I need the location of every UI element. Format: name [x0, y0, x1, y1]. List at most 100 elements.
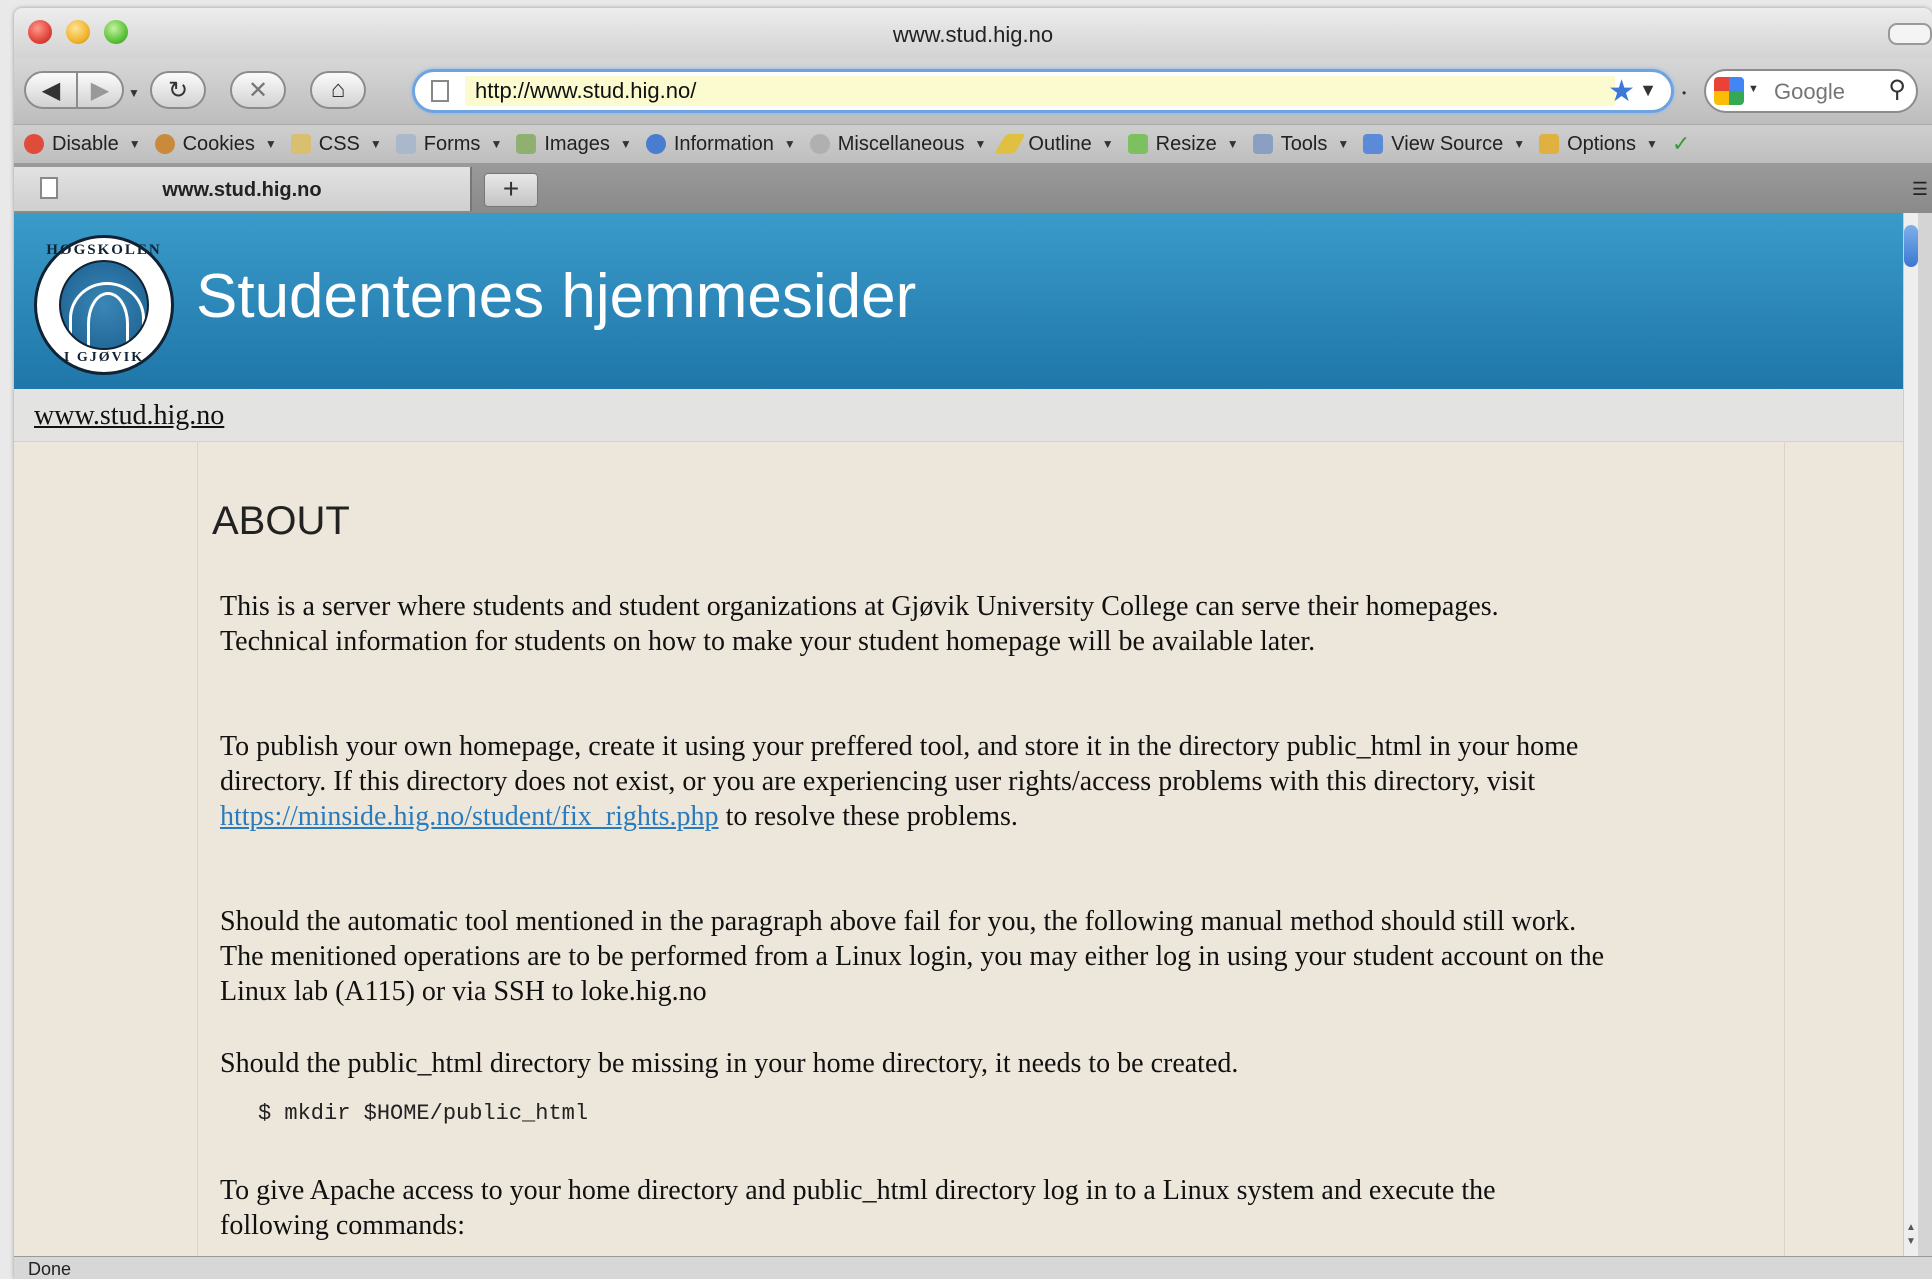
- chevron-down-icon: ▼: [369, 137, 382, 151]
- paragraph-apache: To give Apache access to your home direc…: [220, 1175, 1496, 1241]
- tab-list-icon[interactable]: ☰: [1912, 179, 1928, 200]
- site-title: Studentenes hjemmesider: [196, 262, 917, 331]
- logo-text-bottom: I GJØVIK: [63, 350, 145, 365]
- tab-bar: www.stud.hig.no + ☰: [14, 163, 1932, 213]
- devbar-label: Cookies: [182, 132, 255, 155]
- status-text: Done: [28, 1259, 72, 1279]
- reload-icon: ↻: [167, 76, 189, 104]
- chevron-down-icon: ▼: [1646, 137, 1658, 151]
- search-input[interactable]: [1772, 77, 1886, 107]
- devbar-label: Forms: [423, 132, 481, 155]
- key-icon: [1539, 134, 1560, 154]
- devbar-view-source[interactable]: View Source ▼: [1363, 133, 1525, 156]
- code-mkdir: $ mkdir $HOME/public_html: [258, 1101, 589, 1126]
- chevron-down-icon: ▼: [264, 137, 277, 151]
- chevron-down-icon: ▼: [619, 137, 632, 151]
- site-header: HØGSKOLEN I GJØVIK Studentenes hjemmesid…: [14, 213, 1918, 389]
- fix-rights-link[interactable]: https://minside.hig.no/student/fix_right…: [220, 801, 719, 832]
- bookmark-star-icon[interactable]: ★: [1608, 74, 1635, 109]
- chevron-down-icon: ▼: [128, 137, 141, 151]
- chevron-down-icon: ▼: [1513, 137, 1526, 151]
- scroll-arrows-icon[interactable]: ▲ ▼: [1904, 1221, 1918, 1249]
- vertical-scrollbar[interactable]: ▲ ▼: [1903, 213, 1918, 1257]
- devbar-label: CSS: [318, 132, 360, 155]
- engine-dropdown-icon[interactable]: ▼: [1748, 83, 1759, 95]
- paragraph-text: To publish your own homepage, create it …: [220, 731, 1579, 797]
- devbar-miscellaneous[interactable]: Miscellaneous ▼: [809, 132, 987, 156]
- devbar-images[interactable]: Images ▼: [516, 132, 632, 156]
- devbar-label: Tools: [1280, 132, 1328, 155]
- devbar-information[interactable]: Information ▼: [645, 132, 796, 156]
- devbar-tools[interactable]: Tools ▼: [1252, 132, 1350, 156]
- devbar-cookies[interactable]: Cookies ▼: [154, 132, 277, 156]
- devbar-label: Resize: [1155, 132, 1217, 155]
- chevron-down-icon: ▼: [783, 137, 796, 151]
- navigation-toolbar: ◀ ▶ ▼ ↻ ✕ ⌂ ★ ▼ • ▼ ⚲: [14, 58, 1932, 124]
- paragraph-publish: To publish your own homepage, create it …: [220, 729, 1610, 834]
- college-logo: HØGSKOLEN I GJØVIK: [34, 235, 174, 375]
- plus-icon: +: [502, 173, 520, 204]
- google-search-engine-icon[interactable]: [1714, 77, 1744, 105]
- toolbar-toggle-button[interactable]: [1888, 23, 1932, 45]
- history-dropdown-icon[interactable]: ▼: [128, 86, 140, 100]
- window-title: www.stud.hig.no: [892, 22, 1054, 47]
- status-bar: Done: [14, 1256, 1932, 1279]
- miscellaneous-icon: [809, 134, 830, 154]
- breadcrumb: www.stud.hig.no: [14, 389, 1918, 442]
- checkmark-icon: ✓: [1671, 131, 1691, 156]
- logo-emblem: [59, 260, 149, 350]
- page-content: HØGSKOLEN I GJØVIK Studentenes hjemmesid…: [14, 213, 1918, 1257]
- home-button[interactable]: ⌂: [310, 71, 366, 109]
- chevron-down-icon: ▼: [1226, 137, 1239, 151]
- devbar-label: Information: [673, 132, 774, 155]
- url-dropdown-icon[interactable]: ▼: [1639, 80, 1657, 101]
- chevron-down-icon: ▼: [490, 137, 503, 151]
- address-bar[interactable]: ★ ▼: [412, 69, 1674, 113]
- back-arrow-icon: ◀: [41, 76, 61, 104]
- forward-arrow-icon: ▶: [90, 76, 110, 104]
- url-input[interactable]: [465, 76, 1615, 106]
- devbar-options[interactable]: Options ▼: [1539, 133, 1658, 156]
- stop-icon: ✕: [247, 76, 269, 104]
- page-heading: ABOUT: [212, 499, 350, 543]
- devbar-label: Outline: [1028, 132, 1092, 155]
- separator-dot: •: [1682, 86, 1687, 100]
- main-column: ABOUT This is a server where students an…: [197, 441, 1785, 1257]
- logo-text-top: HØGSKOLEN: [46, 242, 162, 258]
- home-icon: ⌂: [330, 76, 346, 103]
- css-icon: [290, 134, 311, 154]
- devbar-label: Disable: [52, 132, 119, 155]
- wrench-icon: [1252, 134, 1273, 154]
- title-bar: www.stud.hig.no: [14, 8, 1932, 58]
- forms-icon: [395, 134, 416, 154]
- search-box[interactable]: ▼ ⚲: [1704, 69, 1918, 113]
- back-button[interactable]: ◀: [24, 71, 78, 109]
- chevron-down-icon: ▼: [1101, 137, 1114, 151]
- page-icon: [431, 80, 449, 102]
- devbar-resize[interactable]: Resize ▼: [1127, 132, 1239, 156]
- stop-button[interactable]: ✕: [230, 71, 286, 109]
- pencil-icon: [994, 134, 1027, 154]
- new-tab-button[interactable]: +: [484, 173, 538, 207]
- paragraph-intro: This is a server where students and stud…: [220, 591, 1499, 657]
- scrollbar-thumb[interactable]: [1904, 225, 1918, 267]
- devbar-forms[interactable]: Forms ▼: [395, 132, 503, 156]
- devbar-disable[interactable]: Disable ▼: [24, 133, 141, 156]
- search-icon[interactable]: ⚲: [1888, 75, 1906, 104]
- information-icon: [645, 134, 666, 154]
- resize-icon: [1127, 134, 1148, 154]
- devbar-label: Miscellaneous: [837, 132, 965, 155]
- devbar-css[interactable]: CSS ▼: [290, 132, 382, 156]
- tab-active[interactable]: www.stud.hig.no: [14, 167, 472, 211]
- devbar-label: Images: [544, 132, 610, 155]
- paragraph-text: to resolve these problems.: [718, 801, 1018, 832]
- breadcrumb-link[interactable]: www.stud.hig.no: [34, 400, 224, 432]
- paragraph-manual: Should the automatic tool mentioned in t…: [220, 906, 1605, 1007]
- chevron-down-icon: ▼: [974, 137, 987, 151]
- cookie-icon: [154, 134, 175, 154]
- chevron-down-icon: ▼: [1337, 137, 1350, 151]
- devbar-outline[interactable]: Outline ▼: [994, 132, 1114, 156]
- reload-button[interactable]: ↻: [150, 71, 206, 109]
- browser-window: www.stud.hig.no ◀ ▶ ▼ ↻ ✕ ⌂ ★ ▼ • ▼ ⚲ Di…: [14, 8, 1932, 1279]
- forward-button[interactable]: ▶: [76, 71, 124, 109]
